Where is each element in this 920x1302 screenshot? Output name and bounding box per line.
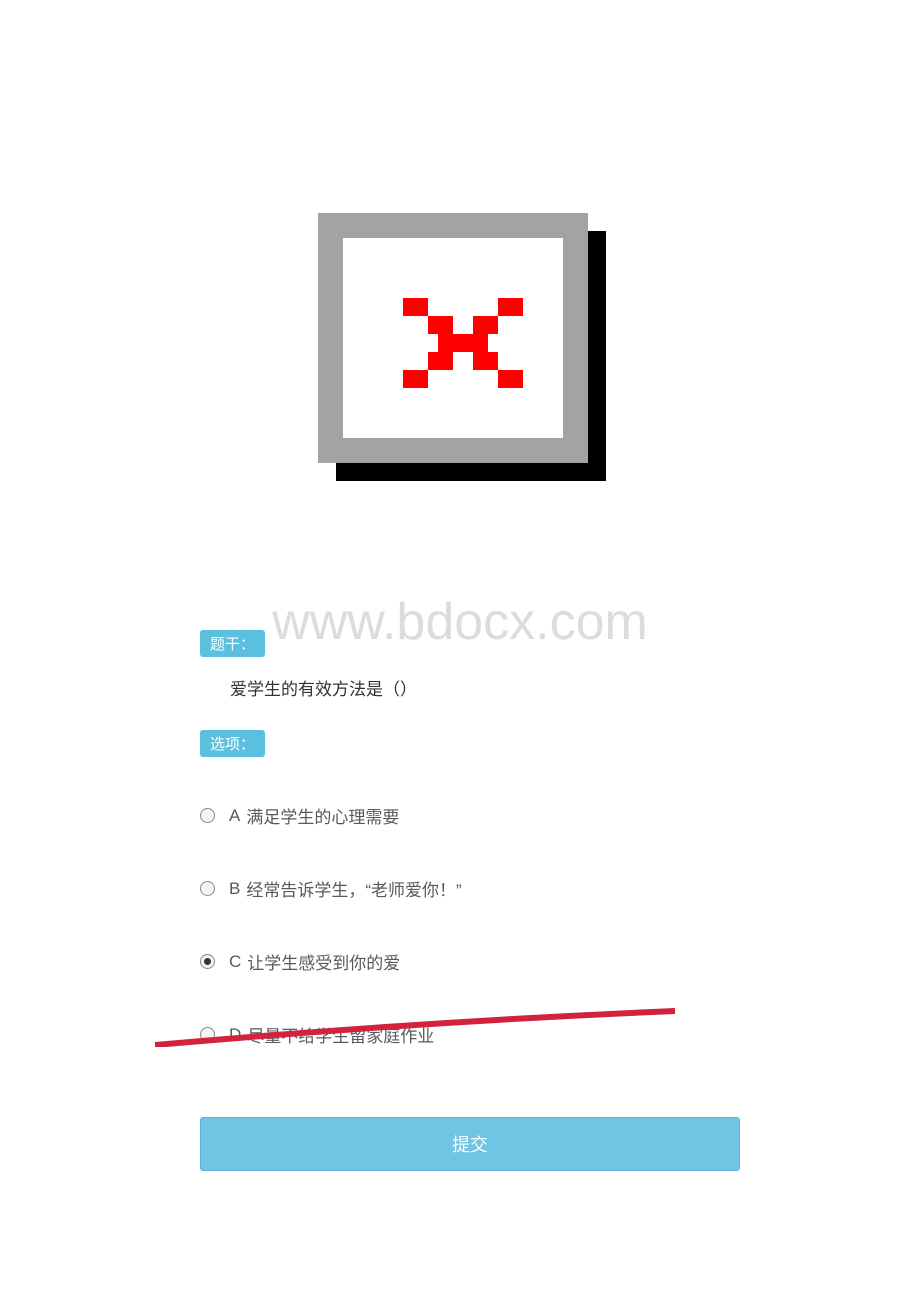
question-text: 爱学生的有效方法是（） xyxy=(230,675,740,700)
options-list: A 满足学生的心理需要 B 经常告诉学生，“老师爱你！” C 让学生感受到你的爱… xyxy=(200,803,740,1047)
quiz-content: 题干： 爱学生的有效方法是（） 选项： A 满足学生的心理需要 B 经常告诉学生… xyxy=(200,630,740,1171)
broken-image-placeholder xyxy=(318,213,598,473)
radio-b[interactable] xyxy=(200,881,215,896)
option-letter: B xyxy=(229,879,240,899)
radio-d[interactable] xyxy=(200,1027,215,1042)
option-text: 让学生感受到你的爱 xyxy=(247,949,400,974)
option-a[interactable]: A 满足学生的心理需要 xyxy=(200,803,740,828)
radio-a[interactable] xyxy=(200,808,215,823)
option-c[interactable]: C 让学生感受到你的爱 xyxy=(200,949,740,974)
option-b[interactable]: B 经常告诉学生，“老师爱你！” xyxy=(200,876,740,901)
radio-c[interactable] xyxy=(200,954,215,969)
option-letter: C xyxy=(229,952,241,972)
options-label-tag: 选项： xyxy=(200,730,265,757)
option-text: 尽量不给学生留家庭作业 xyxy=(247,1022,434,1047)
option-d[interactable]: D 尽量不给学生留家庭作业 xyxy=(200,1022,740,1047)
option-letter: D xyxy=(229,1025,241,1045)
option-text: 满足学生的心理需要 xyxy=(246,803,399,828)
question-label-tag: 题干： xyxy=(200,630,265,657)
submit-button[interactable]: 提交 xyxy=(200,1117,740,1171)
option-letter: A xyxy=(229,806,240,826)
option-text: 经常告诉学生，“老师爱你！” xyxy=(246,876,461,901)
broken-image-x-icon xyxy=(403,298,523,388)
